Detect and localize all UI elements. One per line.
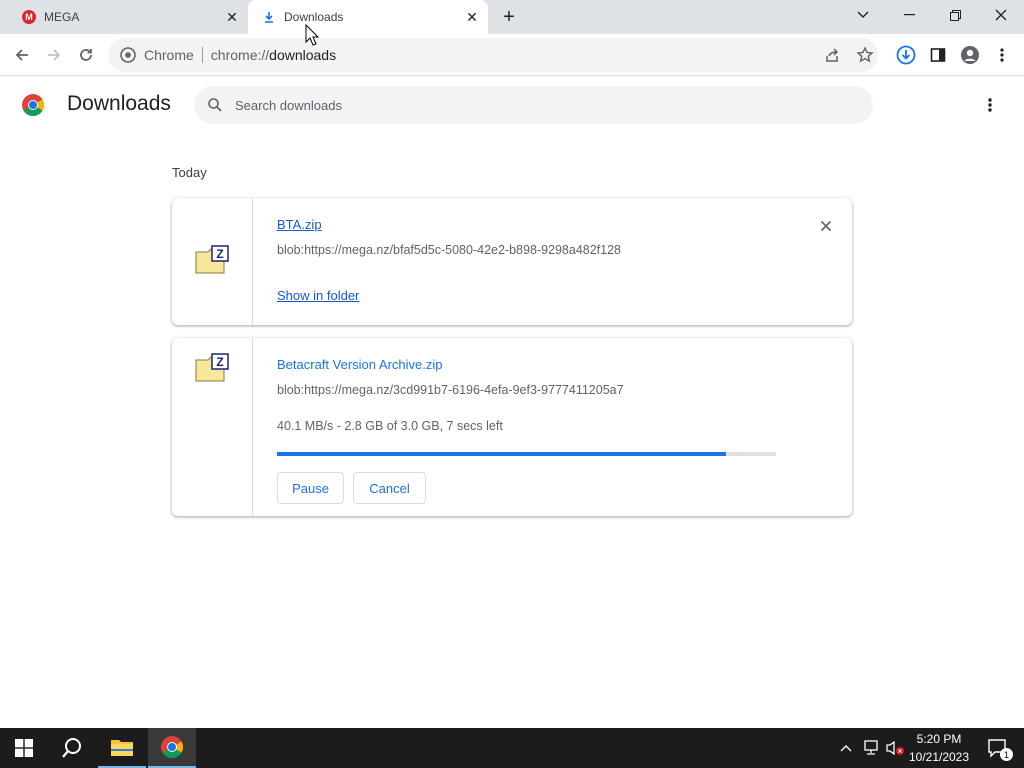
download-item: Z BTA.zip blob:https://mega.nz/bfaf5d5c-…: [172, 198, 852, 325]
zip-file-icon: Z: [195, 245, 229, 275]
svg-text:Z: Z: [216, 355, 223, 369]
minimize-icon[interactable]: [886, 0, 932, 30]
side-panel-icon[interactable]: [924, 41, 952, 69]
forward-icon[interactable]: [40, 41, 68, 69]
file-explorer-icon[interactable]: [98, 728, 146, 768]
download-filename[interactable]: Betacraft Version Archive.zip: [277, 357, 442, 372]
new-tab-icon[interactable]: +: [498, 6, 520, 28]
chrome-taskbar-icon[interactable]: [148, 728, 196, 768]
volume-muted-icon[interactable]: [884, 728, 906, 768]
download-progress-bar: [277, 452, 776, 456]
tab-search-icon[interactable]: [840, 0, 886, 30]
download-url: blob:https://mega.nz/3cd991b7-6196-4efa-…: [277, 383, 624, 397]
chrome-icon: [120, 47, 136, 63]
share-icon[interactable]: [824, 47, 840, 63]
address-bar[interactable]: Chrome chrome://downloads: [108, 38, 878, 72]
page-title: Downloads: [67, 92, 171, 115]
windows-start-icon[interactable]: [0, 728, 48, 768]
icon-column: Z: [172, 338, 253, 516]
tab-title: MEGA: [44, 10, 80, 24]
back-icon[interactable]: [8, 41, 36, 69]
download-icon: [262, 10, 276, 24]
download-item: Z Betacraft Version Archive.zip blob:htt…: [172, 338, 852, 516]
download-status: 40.1 MB/s - 2.8 GB of 3.0 GB, 7 secs lef…: [277, 419, 503, 433]
clock-date: 10/21/2023: [908, 750, 970, 764]
search-icon: [207, 97, 223, 113]
restore-icon[interactable]: [932, 0, 978, 30]
pause-button[interactable]: Pause: [277, 472, 344, 504]
taskbar-search-icon[interactable]: [48, 728, 96, 768]
search-input[interactable]: [233, 96, 833, 114]
tab-mega[interactable]: M MEGA ✕: [8, 0, 248, 34]
remove-from-list-icon[interactable]: [816, 216, 836, 236]
tab-strip: M MEGA ✕ Downloads ✕ +: [0, 0, 1024, 34]
tab-title: Downloads: [284, 10, 344, 24]
chevron-up-icon[interactable]: [836, 728, 856, 768]
mouse-cursor-icon: [305, 23, 320, 51]
reload-icon[interactable]: [72, 41, 100, 69]
network-icon[interactable]: [860, 728, 882, 768]
close-window-icon[interactable]: [978, 0, 1024, 30]
svg-text:Z: Z: [216, 247, 223, 261]
scheme-label: Chrome: [144, 47, 194, 63]
icon-column: Z: [172, 198, 253, 325]
date-section-header: Today: [172, 165, 207, 180]
close-icon[interactable]: ✕: [464, 9, 480, 25]
download-filename-link[interactable]: BTA.zip: [277, 217, 322, 232]
tab-downloads[interactable]: Downloads ✕: [248, 0, 488, 34]
profile-icon[interactable]: [956, 41, 984, 69]
download-url: blob:https://mega.nz/bfaf5d5c-5080-42e2-…: [277, 243, 622, 257]
close-icon[interactable]: ✕: [224, 9, 240, 25]
zip-file-icon: Z: [195, 353, 229, 383]
star-icon[interactable]: [856, 46, 874, 64]
progress-fill: [277, 452, 727, 456]
system-clock[interactable]: 5:20 PM 10/21/2023: [908, 730, 970, 766]
toolbar: Chrome chrome://downloads: [0, 34, 1024, 76]
url-host: downloads: [269, 47, 337, 63]
taskbar: 5:20 PM 10/21/2023 1: [0, 728, 1024, 768]
clock-time: 5:20 PM: [916, 732, 962, 746]
mega-logo-icon: M: [22, 10, 36, 24]
notification-count: 1: [1000, 748, 1013, 761]
show-in-folder-link[interactable]: Show in folder: [277, 288, 359, 303]
menu-icon[interactable]: [988, 41, 1016, 69]
notification-icon[interactable]: 1: [980, 728, 1016, 768]
chrome-logo-icon: [21, 93, 45, 117]
separator: [201, 47, 203, 63]
url-prefix: chrome://: [210, 47, 270, 63]
more-actions-icon[interactable]: [978, 93, 1002, 117]
downloads-toolbar-icon[interactable]: [892, 41, 920, 69]
cancel-button[interactable]: Cancel: [353, 472, 426, 504]
search-downloads[interactable]: [194, 86, 873, 124]
